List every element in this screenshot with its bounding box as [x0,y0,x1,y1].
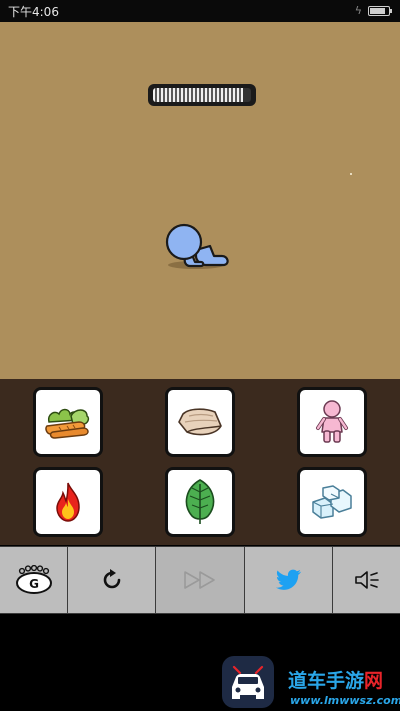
watermark-title: 道车手游网 [288,666,398,693]
app-badge [222,656,274,708]
dust-speck [350,173,352,175]
fire-icon [56,482,80,522]
cloth-icon [178,408,222,436]
pink-doll-icon [316,400,348,443]
progress-bar [148,84,256,106]
fast-forward-icon [184,571,215,589]
speaker-icon [354,571,379,589]
status-bar: 下午4:06 ϟ [0,0,400,22]
battery-icon [368,6,392,16]
item-slot-leaf[interactable] [165,467,235,537]
inventory-panel [0,379,400,545]
charging-icon: ϟ [354,4,362,17]
watermark-title-main: 道车手游 [288,670,365,692]
progress-track [153,88,251,102]
watermark-title-accent: 网 [364,670,384,692]
toolbar: G [0,546,400,614]
skip-button[interactable] [156,547,244,613]
car-logo-icon [232,665,264,699]
restart-icon [103,569,120,589]
restart-button[interactable] [68,547,155,613]
twitter-icon [275,569,301,590]
twitter-share-button[interactable] [245,547,332,613]
leaf-icon [185,479,215,524]
play-area[interactable] [0,22,400,379]
item-slot-vegetables[interactable] [33,387,103,457]
item-slot-ice[interactable] [297,467,367,537]
vegetables-icon [45,408,90,439]
ice-cubes-icon [312,485,352,519]
crawling-baby-character[interactable] [160,204,235,270]
game-logo-icon: G [15,565,52,594]
progress-fill [153,88,244,102]
bottom-area: 道车手游网 www.lmwwsz.com [0,614,400,711]
logo-button[interactable]: G [0,547,67,613]
battery-fill [370,8,385,14]
item-slot-cloth[interactable] [165,387,235,457]
watermark-url: www.lmwwsz.com [290,694,400,707]
status-time: 下午4:06 [8,5,59,19]
item-slot-doll[interactable] [297,387,367,457]
item-slot-fire[interactable] [33,467,103,537]
svg-text:G: G [29,577,39,591]
sound-button[interactable] [333,547,400,613]
